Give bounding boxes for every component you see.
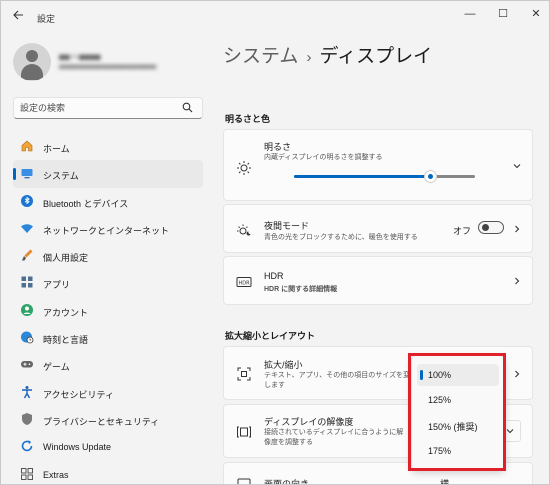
sidebar-item-label: Bluetooth とデバイス [43,198,129,209]
sidebar-item-label: Extras [43,469,69,480]
avatar-head [26,50,38,62]
extras-icon [21,467,33,480]
user-email: ■■■■■■■■■■■■■■■■■■■■■■■ [59,64,157,71]
resolution-subtitle-line: 接続されているディスプレイに合うように解 [264,429,404,436]
account-icon [21,303,33,316]
resize-icon [237,367,251,381]
brightness-subtitle: 内蔵ディスプレイの明るさを調整する [264,154,383,161]
back-arrow-icon[interactable] [9,8,27,26]
sidebar-item-label: Windows Update [43,442,112,453]
sidebar-item-bluetooth[interactable]: Bluetooth とデバイス [13,188,203,215]
minimize-button[interactable]: — [455,5,485,23]
svg-text:HDR: HDR [238,280,250,286]
orientation-value[interactable]: 横 [440,477,449,484]
sidebar-item-privacy-security[interactable]: プライバシーとセキュリティ [13,406,203,433]
user-name: ■■ー■■■■ [59,52,101,62]
brightness-card[interactable]: 明るさ 内蔵ディスプレイの明るさを調整する [223,129,533,201]
chevron-down-icon [506,429,514,434]
wifi-icon [21,224,33,233]
sidebar-item-label: ゲーム [43,362,70,373]
brush-icon [22,249,33,261]
hdr-icon: HDR [236,277,252,287]
breadcrumb: システム › ディスプレイ [223,41,432,68]
resolution-subtitle-line: 像度を調整する [264,439,313,446]
sidebar-item-accounts[interactable]: アカウント [13,297,203,324]
scale-subtitle-line: します [264,382,285,389]
sun-icon [237,161,251,175]
section-heading-brightness-color: 明るさと色 [225,114,271,124]
settings-window: 設定 — ☐ ✕ ■■ー■■■■ ■■■■■■■■■■■■■■■■■■■■■■■… [0,0,550,485]
highlight-box [408,353,506,471]
night-light-icon [237,224,251,236]
bluetooth-icon [21,194,33,207]
brightness-slider[interactable] [294,170,475,183]
sidebar-item-accessibility[interactable]: アクセシビリティ [13,379,203,406]
night-light-toggle[interactable] [478,221,504,234]
chevron-right-icon[interactable] [512,224,522,234]
shield-icon [22,412,32,425]
hdr-learn-more-link[interactable]: HDR に関する詳細情報 [264,285,337,295]
resolution-subtitle: 接続されているディスプレイに合うように解 像度を調整する [264,428,403,448]
sidebar-item-personalization[interactable]: 個人用設定 [13,242,203,269]
globe-clock-icon [21,331,34,344]
night-light-card[interactable]: 夜間モード 青色の光をブロックするために、暖色を使用する オフ [223,204,533,253]
scale-title: 拡大/縮小 [264,360,303,370]
accessibility-icon [22,385,32,399]
chevron-down-icon[interactable] [512,161,522,171]
home-icon [21,140,33,152]
sidebar-item-windows-update[interactable]: Windows Update [13,433,203,460]
hdr-title: HDR [264,271,284,281]
night-light-state: オフ [453,226,472,236]
sidebar-item-apps[interactable]: アプリ [13,269,203,296]
scale-subtitle-line: テキスト、アプリ、その他の項目のサイズを変更 [264,372,418,379]
sidebar-item-label: プライバシーとセキュリティ [43,416,160,427]
search-input[interactable] [20,101,180,115]
sidebar-item-label: 個人用設定 [43,253,89,264]
sidebar-item-network[interactable]: ネットワークとインターネット [13,215,203,242]
sidebar-item-label: アカウント [43,307,89,318]
sidebar-item-label: アプリ [43,280,71,291]
chevron-right-icon[interactable] [512,276,522,286]
chevron-right-icon[interactable] [512,369,522,379]
brightness-slider-thumb[interactable] [423,170,437,183]
hdr-card[interactable]: HDR HDR HDR に関する詳細情報 [223,256,533,305]
sidebar-item-extras[interactable]: Extras [13,461,203,484]
section-heading-scale-layout: 拡大縮小とレイアウト [225,331,316,341]
title-bar: 設定 — ☐ ✕ [1,1,549,33]
sidebar-item-time-language[interactable]: 時刻と言語 [13,324,203,351]
sidebar-item-system[interactable]: システム [13,160,203,188]
gamepad-icon [21,361,33,368]
sidebar-item-gaming[interactable]: ゲーム [13,351,203,378]
sidebar-item-label: システム [43,171,79,182]
night-light-title: 夜間モード [264,221,310,231]
app-title: 設定 [37,14,56,24]
sidebar-item-label: アクセシビリティ [43,389,115,400]
orientation-icon [237,478,251,484]
maximize-button[interactable]: ☐ [488,5,518,23]
scale-subtitle: テキスト、アプリ、その他の項目のサイズを変更 します [264,371,417,391]
apps-icon [21,276,33,288]
sidebar-item-label: 時刻と言語 [43,335,89,346]
brightness-title: 明るさ [264,142,292,152]
breadcrumb-parent[interactable]: システム [223,46,298,67]
system-icon [21,169,33,179]
sidebar-nav: ホーム システム Bluetooth とデバイス ネットワークとインターネット … [13,133,203,484]
brightness-slider-fill [294,175,430,178]
sidebar-item-home[interactable]: ホーム [13,133,203,160]
breadcrumb-separator: › [306,49,312,66]
avatar-body [21,64,43,80]
avatar [13,43,51,81]
resolution-icon [237,426,251,438]
update-icon [21,440,33,452]
orientation-title: 画面の向き [264,479,310,485]
sidebar-item-label: ネットワークとインターネット [43,225,170,236]
search-icon [182,102,193,113]
night-light-subtitle: 青色の光をブロックするために、暖色を使用する [264,234,418,241]
search-box[interactable] [13,97,203,119]
resolution-title: ディスプレイの解像度 [264,417,354,427]
close-button[interactable]: ✕ [521,5,549,23]
user-profile[interactable]: ■■ー■■■■ ■■■■■■■■■■■■■■■■■■■■■■■ [13,43,203,83]
page-title: ディスプレイ [319,46,433,67]
sidebar-item-label: ホーム [43,144,70,154]
